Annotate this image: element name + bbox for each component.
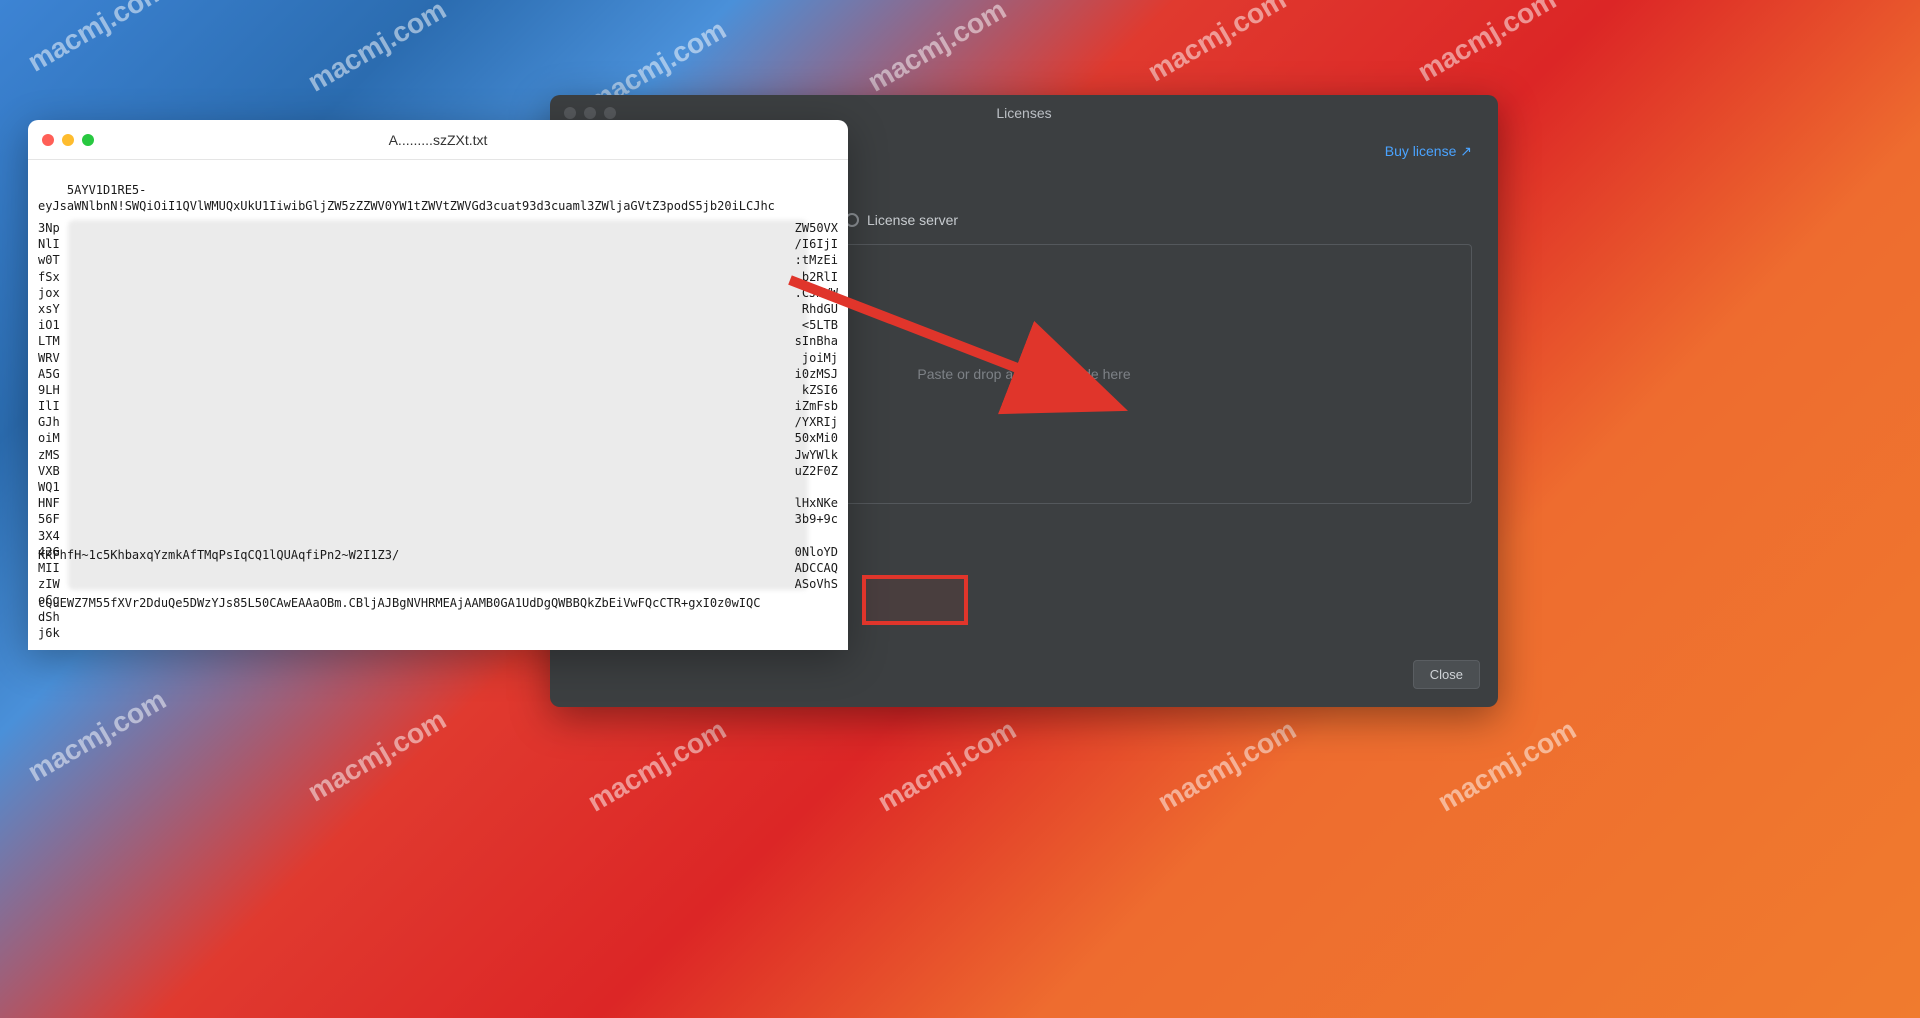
- watermark: macmj.com: [862, 0, 1011, 98]
- watermark: macmj.com: [302, 704, 451, 809]
- watermark: macmj.com: [1152, 714, 1301, 819]
- watermark: macmj.com: [302, 0, 451, 98]
- text-editor-window: A.........szZXt.txt 5AYV1D1RE5- eyJsaWNl…: [28, 120, 848, 650]
- close-dot[interactable]: [564, 107, 576, 119]
- license-text-start: 5AYV1D1RE5- eyJsaWNlbnN!SWQiOiI1QVlWMUQx…: [38, 183, 775, 213]
- radio-server-label: License server: [867, 212, 958, 228]
- watermark: macmj.com: [872, 714, 1021, 819]
- watermark: macmj.com: [1142, 0, 1291, 88]
- text-window-title: A.........szZXt.txt: [28, 132, 848, 148]
- watermark: macmj.com: [22, 684, 171, 789]
- license-title: Licenses: [996, 105, 1051, 121]
- license-text-end2: cQuEWZ7M55fXVr2DduQe5DWzYJs85L50CAwEAAaO…: [38, 595, 838, 611]
- watermark: macmj.com: [22, 0, 171, 78]
- radio-license-server[interactable]: License server: [845, 212, 958, 228]
- close-button[interactable]: Close: [1413, 660, 1480, 689]
- minimize-icon[interactable]: [62, 134, 74, 146]
- watermark: macmj.com: [1432, 714, 1581, 819]
- buy-license-link[interactable]: Buy license ↗: [1385, 143, 1472, 160]
- text-body[interactable]: 5AYV1D1RE5- eyJsaWNlbnN!SWQiOiI1QVlWMUQx…: [28, 160, 848, 650]
- activation-code-placeholder: Paste or drop activation code here: [917, 366, 1130, 382]
- maximize-icon[interactable]: [82, 134, 94, 146]
- maximize-dot[interactable]: [604, 107, 616, 119]
- minimize-dot[interactable]: [584, 107, 596, 119]
- license-text-end1: KKFhfH~1c5KhbaxqYzmkAfTMqPsIqCQ1lQUAqfiP…: [38, 547, 838, 563]
- text-titlebar[interactable]: A.........szZXt.txt: [28, 120, 848, 160]
- footer-row: Close: [550, 648, 1498, 707]
- traffic-lights: [42, 134, 94, 146]
- watermark: macmj.com: [1412, 0, 1561, 88]
- close-icon[interactable]: [42, 134, 54, 146]
- watermark: macmj.com: [582, 714, 731, 819]
- traffic-lights-inactive: [564, 107, 616, 119]
